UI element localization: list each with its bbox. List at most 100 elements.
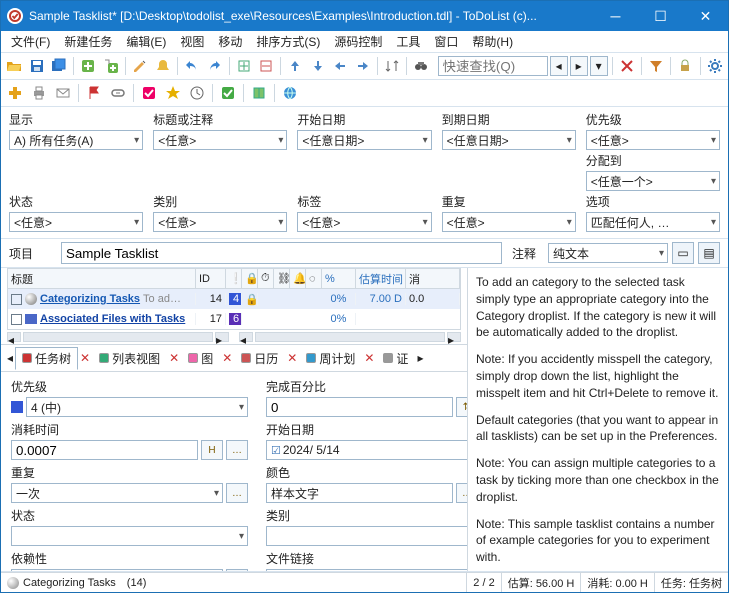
filter-due-combo[interactable]: <任意日期>	[442, 130, 576, 150]
menu-src[interactable]: 源码控制	[328, 31, 388, 52]
col-chain[interactable]: ⛓	[274, 269, 290, 288]
reminder-icon[interactable]	[152, 55, 172, 77]
tab-cal[interactable]: 日历	[234, 347, 285, 370]
col-est[interactable]: 估算时间	[356, 269, 406, 288]
repeat-more-button[interactable]: …	[226, 483, 248, 503]
plugin-icon[interactable]	[4, 82, 26, 104]
tab-close[interactable]: ✕	[222, 351, 232, 365]
project-input[interactable]	[61, 242, 502, 264]
filter-start-combo[interactable]: <任意日期>	[297, 130, 431, 150]
movedown-icon[interactable]	[308, 55, 328, 77]
det-status-combo[interactable]	[11, 526, 248, 546]
det-done-input[interactable]	[266, 397, 453, 417]
notes-btn1[interactable]: ▭	[672, 242, 694, 264]
menu-move[interactable]: 移动	[212, 31, 248, 52]
det-priority-combo[interactable]: 4 (中)	[26, 397, 248, 417]
menu-sort[interactable]: 排序方式(S)	[250, 31, 326, 52]
notes-panel[interactable]: To add an category to the selected task …	[468, 268, 728, 571]
notes-btn2[interactable]: ▤	[698, 242, 720, 264]
print-icon[interactable]	[28, 82, 50, 104]
save-icon[interactable]	[26, 55, 46, 77]
tab-close[interactable]: ✕	[169, 351, 179, 365]
saveall-icon[interactable]	[49, 55, 69, 77]
find-dropdown[interactable]: ▾	[590, 56, 608, 76]
spent-unit-button[interactable]: H	[201, 440, 223, 460]
col-id[interactable]: ID	[196, 269, 226, 288]
tab-week[interactable]: 周计划	[299, 347, 362, 370]
add-task-icon[interactable]	[78, 55, 98, 77]
filter-repeat-combo[interactable]: <任意>	[442, 212, 576, 232]
filter-assign-combo[interactable]: <任意一个>	[586, 171, 720, 191]
table-row[interactable]: Categorizing Tasks To ad… 14 4 🔒 0% 7.00…	[8, 289, 460, 309]
complete-green-icon[interactable]	[217, 82, 239, 104]
globe-icon[interactable]	[279, 82, 301, 104]
col-bell[interactable]: 🔔	[290, 269, 306, 288]
undo-icon[interactable]	[182, 55, 202, 77]
tab-tree[interactable]: 任务树	[15, 347, 78, 370]
lock-icon[interactable]	[675, 55, 695, 77]
menu-tools[interactable]: 工具	[390, 31, 426, 52]
tab-close[interactable]: ✕	[364, 351, 374, 365]
col-dot[interactable]: ◌	[306, 269, 322, 288]
menu-edit[interactable]: 编辑(E)	[120, 31, 172, 52]
moveup-icon[interactable]	[285, 55, 305, 77]
tab-close[interactable]: ✕	[287, 351, 297, 365]
table-row[interactable]: Associated Files with Tasks 17 6 0%	[8, 309, 460, 329]
star-icon[interactable]	[162, 82, 184, 104]
tab-gantt[interactable]: 图	[181, 347, 220, 370]
clock-icon[interactable]	[186, 82, 208, 104]
menu-help[interactable]: 帮助(H)	[466, 31, 519, 52]
maximize-button[interactable]: ☐	[638, 1, 683, 31]
col-title[interactable]: 标题	[8, 269, 196, 288]
menu-file[interactable]: 文件(F)	[5, 31, 56, 52]
filter-display-combo[interactable]: A) 所有任务(A)	[9, 130, 143, 150]
filter-category-combo[interactable]: <任意>	[153, 212, 287, 232]
filter-icon[interactable]	[646, 55, 666, 77]
col-clock[interactable]: ⏱	[258, 269, 274, 288]
delete-icon[interactable]	[617, 55, 637, 77]
filter-priority-combo[interactable]: <任意>	[586, 130, 720, 150]
filter-options-combo[interactable]: 匹配任何人, …	[586, 212, 720, 232]
edit-icon[interactable]	[130, 55, 150, 77]
filter-tag-combo[interactable]: <任意>	[297, 212, 431, 232]
color-more-button[interactable]: …	[456, 483, 467, 503]
det-repeat-combo[interactable]: 一次	[11, 483, 223, 503]
complete-red-icon[interactable]	[138, 82, 160, 104]
spent-more-button[interactable]: …	[226, 440, 248, 460]
add-subtask-icon[interactable]	[101, 55, 121, 77]
det-category-combo[interactable]	[266, 526, 467, 546]
tab-ev[interactable]: 证	[376, 347, 415, 370]
mail-icon[interactable]	[52, 82, 74, 104]
moveleft-icon[interactable]	[330, 55, 350, 77]
sort-icon[interactable]	[382, 55, 402, 77]
tab-prev[interactable]: ◂	[7, 351, 13, 365]
row-checkbox[interactable]	[11, 294, 22, 305]
col-flag[interactable]: ❕	[226, 269, 242, 288]
settings-icon[interactable]	[705, 55, 725, 77]
det-color-box[interactable]: 样本文字	[266, 483, 453, 503]
det-start-combo[interactable]: 2024/ 5/14	[266, 440, 467, 460]
menu-window[interactable]: 窗口	[428, 31, 464, 52]
det-dep-combo[interactable]	[11, 569, 223, 571]
notes-format-combo[interactable]: 纯文本	[548, 243, 668, 263]
menu-newtask[interactable]: 新建任务	[58, 31, 118, 52]
close-button[interactable]: ✕	[683, 1, 728, 31]
dep-more-button[interactable]: …	[226, 569, 248, 571]
stepper-icon[interactable]: ⇅	[456, 397, 467, 417]
book-icon[interactable]	[248, 82, 270, 104]
row-checkbox[interactable]	[11, 314, 22, 325]
moveright-icon[interactable]	[353, 55, 373, 77]
tab-close[interactable]: ✕	[80, 351, 90, 365]
redo-icon[interactable]	[204, 55, 224, 77]
menu-view[interactable]: 视图	[174, 31, 210, 52]
tab-list[interactable]: 列表视图	[92, 347, 167, 370]
expand-icon[interactable]	[233, 55, 253, 77]
collapse-icon[interactable]	[256, 55, 276, 77]
det-link-combo[interactable]	[266, 569, 467, 571]
quickfind-input[interactable]	[438, 56, 548, 76]
col-msg[interactable]: 消	[406, 269, 460, 288]
filter-status-combo[interactable]: <任意>	[9, 212, 143, 232]
col-lock[interactable]: 🔒	[242, 269, 258, 288]
col-pct[interactable]: %	[322, 269, 356, 288]
find-prev-button[interactable]: ◂	[550, 56, 568, 76]
